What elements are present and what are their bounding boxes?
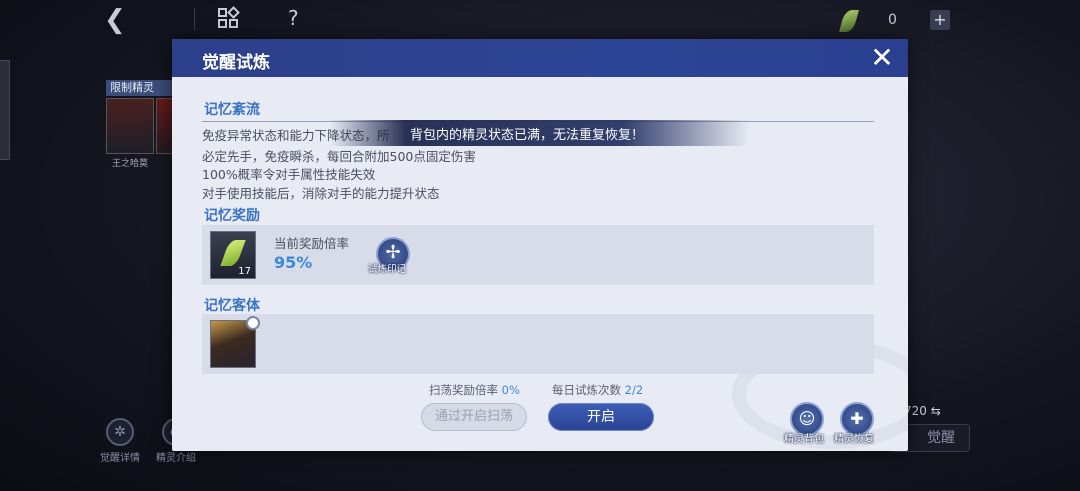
character-name: 王之哈莫: [111, 159, 148, 169]
daily-count-label: 每日试炼次数: [552, 383, 621, 397]
host-panel: [202, 314, 874, 374]
effect-line: 必定先手，免疫瞬杀，每回合附加500点固定伤害: [202, 149, 476, 164]
divider: [194, 8, 195, 30]
sweep-rate-text: 扫荡奖励倍率 0%: [429, 382, 520, 398]
back-arrow-icon[interactable]: ❮: [104, 6, 132, 34]
awaken-detail-button[interactable]: ✲ 觉醒详情: [100, 418, 140, 464]
awaken-trial-dialog: 觉醒试炼 ✕ 记忆紊流 免疫异常状态和能力下降状态，所 必定先手，免疫瞬杀，每回…: [172, 39, 908, 451]
effect-line: 对手使用技能后，消除对手的能力提升状态: [202, 186, 440, 201]
currency-amount: 0: [888, 12, 897, 28]
help-icon[interactable]: ?: [288, 6, 299, 30]
effect-line: 100%概率令对手属性技能失效: [202, 167, 376, 182]
restrict-badge: 限制精灵: [106, 80, 176, 96]
pet-bag-label: 精灵背包: [784, 434, 824, 445]
gem-icon: [220, 240, 246, 266]
toast-message: 背包内的精灵状态已满，无法重复恢复！: [330, 120, 750, 146]
menu-grid-icon[interactable]: [218, 6, 240, 30]
sweep-button[interactable]: 通过开启扫荡: [421, 403, 527, 431]
left-side-tab[interactable]: [0, 60, 10, 160]
start-button[interactable]: 开启: [548, 403, 654, 431]
reward-section-title: 记忆奖励: [204, 208, 260, 224]
pet-intro-label: 精灵介绍: [156, 453, 196, 464]
bottom-currency: 720 ⇆: [904, 404, 941, 418]
sweep-rate-value: 0%: [501, 383, 520, 397]
toast-text: 背包内的精灵状态已满，无法重复恢复！: [410, 128, 645, 143]
top-bar: ❮ ? 0 +: [0, 0, 1080, 40]
dialog-header: 觉醒试炼 ✕: [172, 39, 908, 77]
character-card[interactable]: [106, 98, 154, 154]
item-count: 17: [238, 266, 251, 277]
reward-rate-label: 当前奖励倍率: [274, 236, 350, 251]
reward-panel: 17 当前奖励倍率 95% ✢ 试炼印记: [202, 225, 874, 285]
trial-mark-label: 试炼印记: [368, 264, 407, 275]
reward-item-slot[interactable]: 17: [210, 231, 256, 279]
awaken-detail-label: 觉醒详情: [100, 453, 140, 464]
daily-count-value: 2/2: [624, 383, 644, 397]
reward-rate-value: 95%: [274, 253, 313, 272]
pet-heal-label: 精灵恢复: [834, 434, 874, 445]
host-badge-icon: [246, 316, 260, 330]
effects-section-title: 记忆紊流: [204, 102, 260, 118]
dialog-title: 觉醒试炼: [202, 53, 270, 73]
leaf-icon: [839, 10, 859, 32]
sweep-rate-label: 扫荡奖励倍率: [429, 383, 498, 397]
host-section-title: 记忆客体: [204, 298, 260, 314]
currency-display: 0 +: [839, 10, 972, 34]
close-icon[interactable]: ✕: [868, 44, 896, 72]
gear-icon: ✲: [106, 418, 134, 446]
add-currency-button[interactable]: +: [930, 10, 950, 30]
daily-count-text: 每日试炼次数 2/2: [552, 382, 643, 398]
